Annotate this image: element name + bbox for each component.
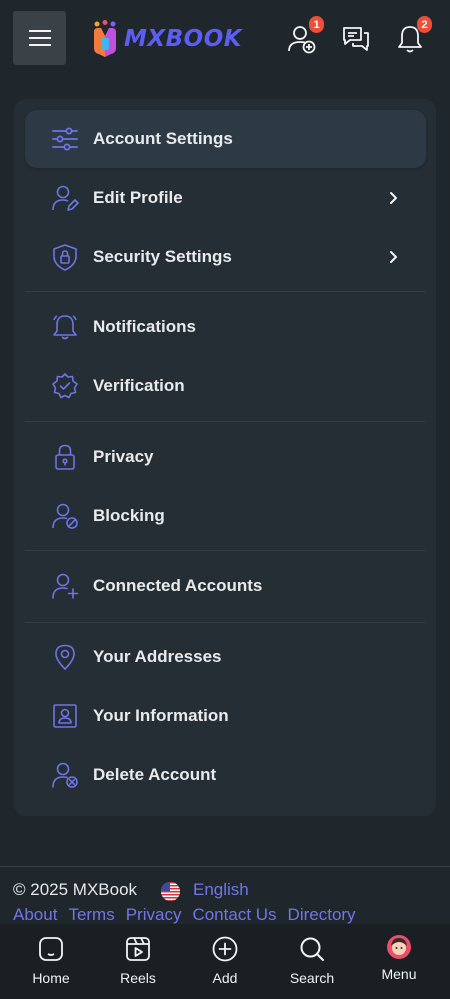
shield-lock-icon <box>51 243 79 271</box>
search-icon <box>297 934 327 964</box>
notifications-button[interactable]: 2 <box>394 16 432 56</box>
menu-item-label: Delete Account <box>93 765 217 784</box>
logo-mark-icon <box>94 20 116 57</box>
bell-icon <box>51 313 79 341</box>
menu-item-label: Your Addresses <box>93 647 222 666</box>
avatar-icon <box>384 932 414 962</box>
user-add-icon <box>51 572 79 600</box>
menu-item-your-addresses[interactable]: Your Addresses <box>25 628 426 686</box>
menu-divider <box>25 421 425 422</box>
nav-search[interactable]: Search <box>272 934 352 994</box>
menu-item-connected-accounts[interactable]: Connected Accounts <box>25 557 426 615</box>
bottom-navigation: Home Reels Add Search Menu <box>0 924 450 999</box>
nav-label: Add <box>212 970 238 986</box>
nav-menu[interactable]: Menu <box>359 932 439 992</box>
footer-link-contact-us[interactable]: Contact Us <box>192 905 276 924</box>
menu-item-label: Edit Profile <box>93 188 183 207</box>
nav-label: Menu <box>381 966 417 982</box>
menu-item-delete-account[interactable]: Delete Account <box>25 746 426 804</box>
menu-item-security-settings[interactable]: Security Settings <box>25 228 426 286</box>
settings-menu-panel: Account Settings Edit Profile Security S… <box>14 99 436 816</box>
menu-item-label: Connected Accounts <box>93 576 263 595</box>
menu-divider <box>25 291 425 292</box>
menu-item-label: Privacy <box>93 447 154 466</box>
us-flag-icon <box>161 882 180 901</box>
footer-link-directory[interactable]: Directory <box>288 905 356 924</box>
menu-item-account-settings[interactable]: Account Settings <box>25 110 426 168</box>
user-edit-icon <box>51 184 79 212</box>
nav-label: Reels <box>120 970 156 986</box>
menu-item-blocking[interactable]: Blocking <box>25 487 426 545</box>
nav-home[interactable]: Home <box>11 934 91 994</box>
top-header: MXBOOK 1 2 <box>0 0 450 76</box>
copyright-text: © 2025 MXBook <box>13 880 138 899</box>
nav-reels[interactable]: Reels <box>98 934 178 994</box>
menu-item-privacy[interactable]: Privacy <box>25 428 426 486</box>
footer-links: About Terms Privacy Contact Us Directory <box>13 905 367 925</box>
chevron-right-icon <box>390 251 397 263</box>
menu-item-notifications[interactable]: Notifications <box>25 298 426 356</box>
footer-link-about[interactable]: About <box>13 905 57 924</box>
menu-item-verification[interactable]: Verification <box>25 357 426 415</box>
menu-item-label: Your Information <box>93 706 229 725</box>
user-block-icon <box>51 502 79 530</box>
user-delete-icon <box>51 761 79 789</box>
notifications-badge: 2 <box>417 16 432 33</box>
home-icon <box>36 934 66 964</box>
chat-icon <box>343 27 369 51</box>
language-selector[interactable]: English <box>193 880 249 900</box>
menu-item-label: Account Settings <box>93 129 233 148</box>
footer-link-terms[interactable]: Terms <box>68 905 114 924</box>
nav-add[interactable]: Add <box>185 934 265 994</box>
plus-circle-icon <box>210 934 240 964</box>
sliders-icon <box>51 125 79 153</box>
menu-item-label: Notifications <box>93 317 196 336</box>
menu-item-label: Security Settings <box>93 247 232 266</box>
footer-link-privacy[interactable]: Privacy <box>126 905 182 924</box>
site-logo[interactable]: MXBOOK <box>91 20 242 58</box>
messages-button[interactable] <box>340 22 372 56</box>
nav-label: Search <box>289 970 335 986</box>
footer-divider <box>0 866 450 867</box>
menu-divider <box>25 550 425 551</box>
menu-item-label: Verification <box>93 376 185 395</box>
friend-requests-button[interactable]: 1 <box>286 16 324 56</box>
reels-icon <box>123 934 153 964</box>
menu-divider <box>25 622 425 623</box>
hamburger-icon <box>28 30 51 46</box>
nav-label: Home <box>32 970 70 986</box>
id-card-icon <box>51 702 79 730</box>
menu-item-edit-profile[interactable]: Edit Profile <box>25 169 426 227</box>
verified-badge-icon <box>51 372 79 400</box>
friend-requests-badge: 1 <box>309 16 324 33</box>
lock-icon <box>51 443 79 471</box>
menu-item-your-information[interactable]: Your Information <box>25 687 426 745</box>
hamburger-menu-button[interactable] <box>13 11 66 65</box>
logo-text: MXBOOK <box>124 26 243 52</box>
menu-item-label: Blocking <box>93 506 165 525</box>
chevron-right-icon <box>390 192 397 204</box>
map-pin-icon <box>51 643 79 671</box>
